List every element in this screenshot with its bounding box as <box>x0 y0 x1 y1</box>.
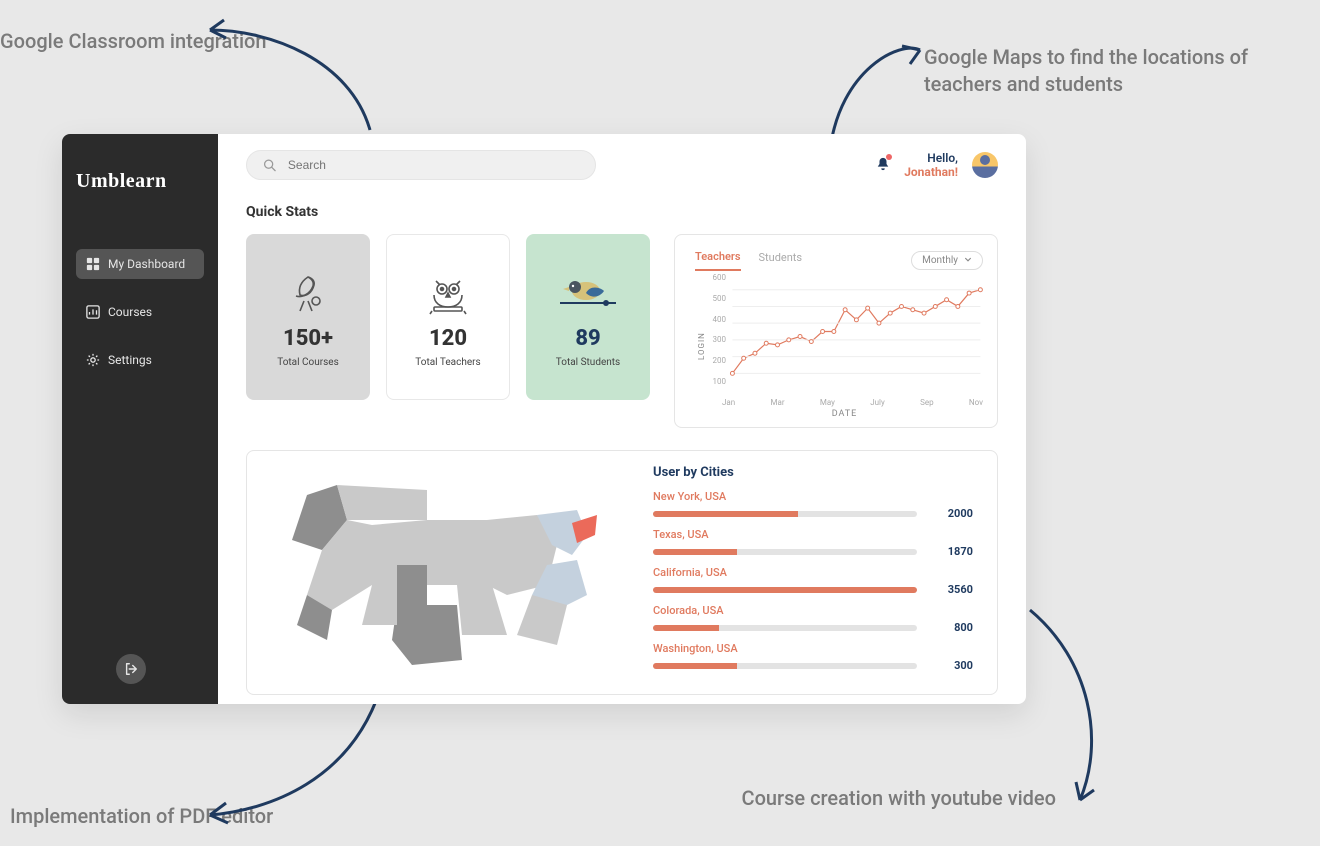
city-name: Colorada, USA <box>653 604 973 617</box>
city-row: Washington, USA 300 <box>653 642 973 672</box>
stat-label: Total Students <box>556 357 620 368</box>
city-row: California, USA 3560 <box>653 566 973 596</box>
city-name: Texas, USA <box>653 528 973 541</box>
dropdown-label: Monthly <box>922 255 958 266</box>
chart-x-tick: Sep <box>920 398 933 407</box>
city-bar <box>653 549 917 555</box>
sidebar-item-dashboard[interactable]: My Dashboard <box>76 249 204 279</box>
app-logo: Umblearn <box>76 170 204 193</box>
chart-x-tick: July <box>870 398 885 407</box>
arrow-icon <box>190 0 390 140</box>
chart-x-tick: Nov <box>969 398 983 407</box>
city-value: 2000 <box>933 507 973 520</box>
chart-tab-students[interactable]: Students <box>759 251 803 270</box>
sidebar-item-courses[interactable]: Courses <box>76 297 204 327</box>
sidebar: Umblearn My Dashboard Courses Settings <box>62 134 218 704</box>
stats-cards: 150+ Total Courses <box>246 234 650 428</box>
stat-card-teachers: 120 Total Teachers <box>386 234 510 400</box>
search-box[interactable] <box>246 150 596 180</box>
search-icon <box>263 158 276 172</box>
greeting-hello: Hello, <box>904 151 958 165</box>
city-bar <box>653 587 917 593</box>
city-bar <box>653 511 917 517</box>
city-row: New York, USA 2000 <box>653 490 973 520</box>
sidebar-item-settings[interactable]: Settings <box>76 345 204 375</box>
cities-list: User by Cities New York, USA 2000 Texas, U… <box>653 465 973 680</box>
sidebar-item-label: Settings <box>108 353 152 367</box>
stat-value: 120 <box>429 326 467 351</box>
stat-label: Total Courses <box>277 357 339 368</box>
chart-x-axis-label: DATE <box>706 409 983 419</box>
chart-period-dropdown[interactable]: Monthly <box>911 251 983 270</box>
sidebar-item-label: My Dashboard <box>108 257 185 271</box>
city-row: Texas, USA 1870 <box>653 528 973 558</box>
logout-button[interactable] <box>116 654 146 684</box>
logout-icon <box>124 662 138 676</box>
city-bar <box>653 663 917 669</box>
login-chart: Teachers Students Monthly LOGIN 60050040… <box>674 234 998 428</box>
city-value: 300 <box>933 659 973 672</box>
city-row: Colorada, USA 800 <box>653 604 973 634</box>
gear-icon <box>86 353 100 367</box>
owl-icon <box>426 266 470 320</box>
search-input[interactable] <box>288 158 579 172</box>
stat-card-students: 89 Total Students <box>526 234 650 400</box>
greeting: Hello, Jonathan! <box>904 151 958 180</box>
cities-title: User by Cities <box>653 465 973 480</box>
grid-icon <box>86 257 100 271</box>
cities-panel: User by Cities New York, USA 2000 Texas, U… <box>246 450 998 695</box>
stat-label: Total Teachers <box>415 357 480 368</box>
greeting-name: Jonathan! <box>904 165 958 179</box>
notification-dot <box>886 154 892 160</box>
city-value: 1870 <box>933 545 973 558</box>
city-name: New York, USA <box>653 490 973 503</box>
annotation-text: Google Classroom integration <box>0 28 267 55</box>
us-map <box>277 465 617 665</box>
chart-icon <box>86 305 100 319</box>
annotation-text: Implementation of PDF editor <box>10 803 273 830</box>
chart-plot-area: 600500400300200100 <box>706 273 983 396</box>
stat-card-courses: 150+ Total Courses <box>246 234 370 400</box>
chart-tab-teachers[interactable]: Teachers <box>695 250 741 271</box>
annotation-text: Course creation with youtube video <box>742 785 1056 812</box>
city-name: Washington, USA <box>653 642 973 655</box>
city-value: 800 <box>933 621 973 634</box>
stat-value: 150+ <box>283 326 333 351</box>
chart-x-tick: May <box>820 398 835 407</box>
city-name: California, USA <box>653 566 973 579</box>
sidebar-item-label: Courses <box>108 305 152 319</box>
stat-value: 89 <box>575 326 600 351</box>
city-bar <box>653 625 917 631</box>
chart-y-axis-label: LOGIN <box>695 273 706 419</box>
notifications-button[interactable] <box>876 156 890 175</box>
chart-x-tick: Jan <box>722 398 735 407</box>
annotation-text: Google Maps to find the locations of tea… <box>924 44 1316 98</box>
chevron-down-icon <box>964 256 972 264</box>
topbar: Hello, Jonathan! <box>246 150 998 180</box>
avatar[interactable] <box>972 152 998 178</box>
bird-icon <box>560 266 616 320</box>
chart-x-tick: Mar <box>771 398 785 407</box>
main-content: Hello, Jonathan! Quick Stats <box>218 134 1026 704</box>
leaf-icon <box>288 266 328 320</box>
dashboard-window: Umblearn My Dashboard Courses Settings <box>62 134 1026 704</box>
city-value: 3560 <box>933 583 973 596</box>
quick-stats-title: Quick Stats <box>246 204 998 220</box>
